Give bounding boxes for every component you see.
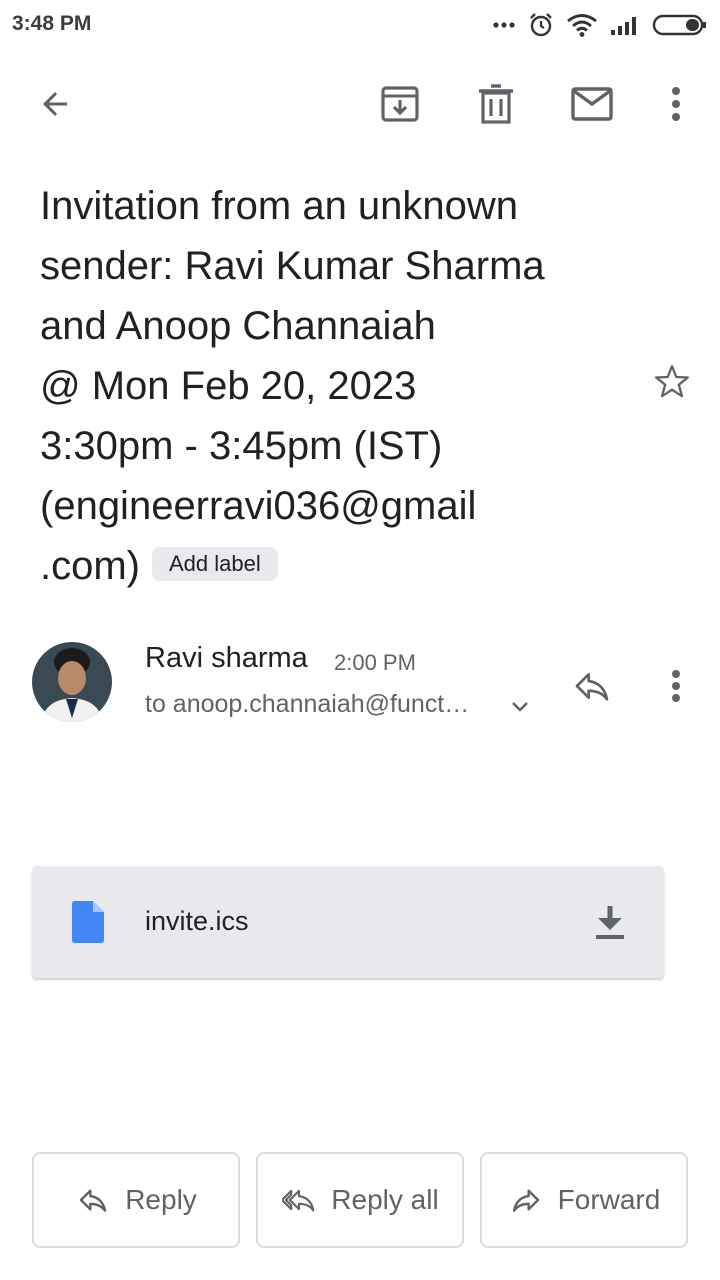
more-vert-icon[interactable] xyxy=(654,82,698,126)
add-label-chip[interactable]: Add label xyxy=(152,547,278,582)
forward-button[interactable]: Forward xyxy=(480,1152,688,1248)
alarm-icon xyxy=(528,12,554,38)
status-icons xyxy=(480,10,708,40)
message-time: 2:00 PM xyxy=(334,650,416,675)
reply-button[interactable]: Reply xyxy=(32,1152,240,1248)
wifi-icon xyxy=(566,13,598,37)
avatar[interactable] xyxy=(32,642,112,722)
status-time: 3:48 PM xyxy=(12,12,92,35)
delete-icon[interactable] xyxy=(474,82,518,126)
recipients-summary[interactable]: to anoop.channaiah@funct… xyxy=(145,690,469,719)
reply-label: Reply xyxy=(125,1184,197,1215)
file-icon xyxy=(70,901,106,943)
mark-unread-icon[interactable] xyxy=(570,82,614,126)
subject-line: @ Mon Feb 20, 2023 xyxy=(40,364,417,408)
email-subject: Invitation from an unknown sender: Ravi … xyxy=(40,176,640,596)
subject-line: (engineerravi036@gmail xyxy=(40,484,477,528)
reply-icon[interactable] xyxy=(568,662,616,710)
reply-all-icon xyxy=(281,1182,317,1218)
subject-line: sender: Ravi Kumar Sharma xyxy=(40,244,545,288)
battery-icon xyxy=(652,13,708,37)
status-bar: 3:48 PM xyxy=(0,0,720,50)
toolbar xyxy=(0,60,720,148)
more-dots-icon xyxy=(492,21,516,29)
download-icon[interactable] xyxy=(588,900,632,944)
star-icon[interactable] xyxy=(650,360,694,404)
attachment-card[interactable]: invite.ics xyxy=(32,866,664,978)
chevron-down-icon[interactable] xyxy=(508,694,532,718)
archive-icon[interactable] xyxy=(378,82,422,126)
sender-name: Ravi sharma xyxy=(145,642,308,674)
subject-last-line: .com) Add label xyxy=(40,536,640,596)
attachment-name: invite.ics xyxy=(145,906,249,936)
subject-line: .com) xyxy=(40,544,140,588)
message-more-icon[interactable] xyxy=(654,662,698,710)
reply-all-button[interactable]: Reply all xyxy=(256,1152,464,1248)
subject-line: Invitation from an unknown xyxy=(40,184,519,228)
forward-icon xyxy=(508,1182,544,1218)
reply-all-label: Reply all xyxy=(331,1184,439,1215)
signal-icon xyxy=(610,14,640,36)
forward-label: Forward xyxy=(557,1184,661,1215)
back-arrow-icon[interactable] xyxy=(33,82,77,126)
subject-line: and Anoop Channaiah xyxy=(40,304,436,348)
subject-line: 3:30pm - 3:45pm (IST) xyxy=(40,424,443,468)
reply-icon xyxy=(75,1182,111,1218)
